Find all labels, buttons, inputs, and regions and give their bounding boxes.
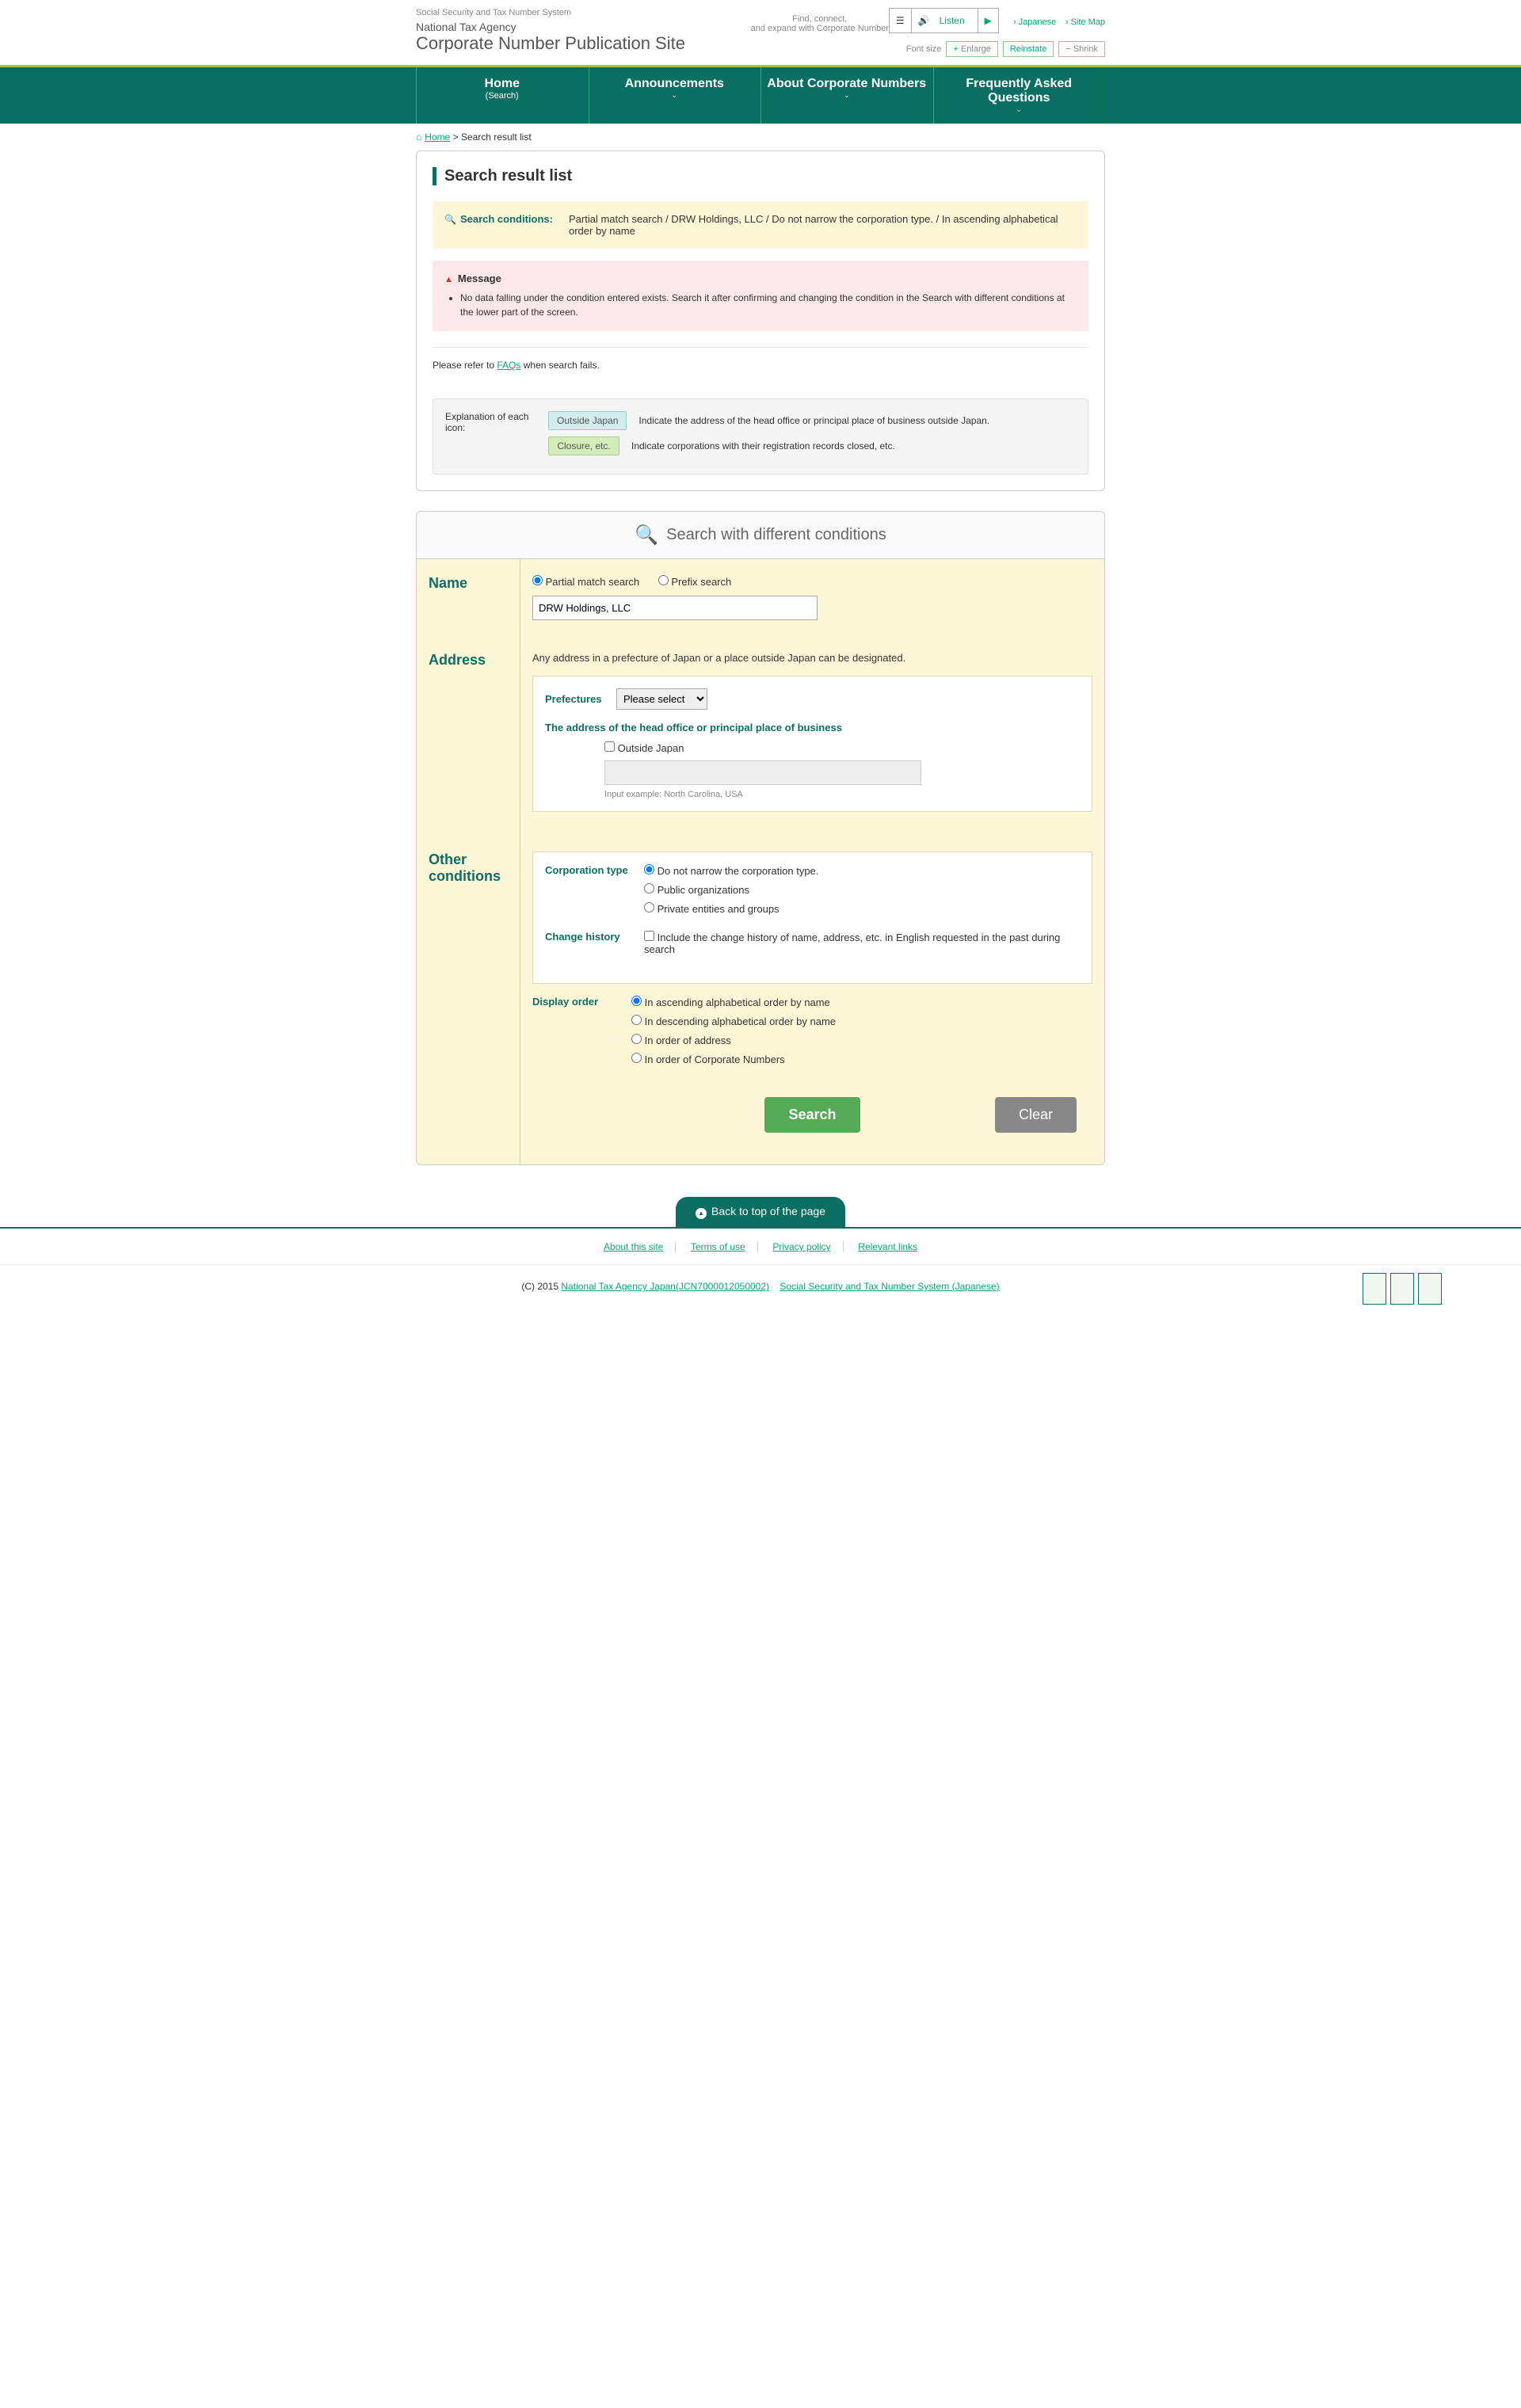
icon-explain-label: Explanation of each icon: bbox=[445, 411, 532, 462]
search-panel: 🔍 Search with different conditions Name … bbox=[416, 511, 1105, 1165]
breadcrumb: ⌂Home > Search result list bbox=[416, 124, 1105, 150]
search-button[interactable]: Search bbox=[764, 1097, 860, 1133]
enlarge-button[interactable]: + Enlarge bbox=[946, 41, 997, 57]
address-hint: Input example: North Carolina, USA bbox=[604, 790, 1080, 799]
corp-type-opt-2[interactable]: Private entities and groups bbox=[644, 902, 1080, 915]
clear-button[interactable]: Clear bbox=[995, 1097, 1077, 1133]
search-header: 🔍 Search with different conditions bbox=[417, 512, 1104, 559]
slogan-line2: and expand with Corporate Number bbox=[751, 24, 889, 33]
menu-icon[interactable]: ☰ bbox=[890, 9, 912, 32]
display-opt-1[interactable]: In descending alphabetical order by name bbox=[631, 1015, 1092, 1027]
address-subhead: The address of the head office or princi… bbox=[545, 722, 1080, 733]
listen-widget[interactable]: ☰ 🔊 Listen ▶ bbox=[889, 8, 999, 33]
corp-type-opt-1[interactable]: Public organizations bbox=[644, 883, 1080, 896]
search-conditions-box: Search conditions: Partial match search … bbox=[433, 201, 1088, 249]
faqs-link[interactable]: FAQs bbox=[497, 360, 520, 371]
copyright-ssn-link[interactable]: Social Security and Tax Number System (J… bbox=[780, 1281, 999, 1292]
main-nav: Home (Search) Announcements ⌄ About Corp… bbox=[0, 65, 1521, 124]
cert-badge-1 bbox=[1363, 1273, 1386, 1305]
prefectures-select[interactable]: Please select bbox=[616, 688, 707, 710]
closure-desc: Indicate corporations with their registr… bbox=[631, 440, 895, 452]
name-section-label: Name bbox=[417, 559, 520, 636]
change-history-checkbox[interactable]: Include the change history of name, addr… bbox=[644, 931, 1080, 955]
results-title: Search result list bbox=[433, 167, 1088, 185]
cert-badge-2 bbox=[1390, 1273, 1414, 1305]
name-input[interactable] bbox=[532, 596, 818, 620]
agency-name: National Tax Agency bbox=[416, 21, 751, 33]
back-to-top-link[interactable]: Back to top of the page bbox=[676, 1197, 845, 1227]
tagline: Social Security and Tax Number System bbox=[416, 8, 751, 17]
foreign-address-input bbox=[604, 760, 921, 785]
other-conditions-label: Other conditions bbox=[417, 836, 520, 1164]
conditions-text: Partial match search / DRW Holdings, LLC… bbox=[569, 213, 1077, 237]
footer-terms[interactable]: Terms of use bbox=[679, 1241, 758, 1252]
corp-type-label: Corporation type bbox=[545, 864, 632, 921]
breadcrumb-home[interactable]: Home bbox=[425, 131, 450, 143]
partial-match-radio[interactable]: Partial match search bbox=[532, 576, 639, 588]
outside-japan-desc: Indicate the address of the head office … bbox=[639, 415, 989, 426]
footer-privacy[interactable]: Privacy policy bbox=[760, 1241, 843, 1252]
listen-button[interactable]: 🔊 Listen bbox=[912, 9, 978, 32]
nav-faq[interactable]: Frequently Asked Questions ⌄ bbox=[933, 67, 1106, 124]
reinstate-button[interactable]: Reinstate bbox=[1003, 41, 1054, 57]
japanese-link[interactable]: Japanese bbox=[1013, 17, 1056, 27]
change-history-label: Change history bbox=[545, 931, 632, 962]
address-note: Any address in a prefecture of Japan or … bbox=[532, 652, 1092, 664]
magnifier-icon: 🔍 bbox=[635, 524, 658, 547]
message-text: No data falling under the condition ente… bbox=[460, 291, 1077, 319]
conditions-label: Search conditions: bbox=[444, 213, 553, 237]
slogan-line1: Find, connect, bbox=[751, 14, 889, 24]
copyright: (C) 2015 National Tax Agency Japan(JCN70… bbox=[0, 1265, 1521, 1308]
shrink-button[interactable]: − Shrink bbox=[1058, 41, 1105, 57]
font-size-label: Font size bbox=[906, 44, 942, 54]
copyright-nta-link[interactable]: National Tax Agency Japan(JCN70000120500… bbox=[561, 1281, 769, 1292]
footer-about[interactable]: About this site bbox=[592, 1241, 676, 1252]
sitemap-link[interactable]: Site Map bbox=[1065, 17, 1105, 27]
display-opt-3[interactable]: In order of Corporate Numbers bbox=[631, 1053, 1092, 1065]
play-icon[interactable]: ▶ bbox=[978, 9, 998, 32]
outside-japan-badge: Outside Japan bbox=[548, 411, 627, 430]
cert-badge-3 bbox=[1418, 1273, 1442, 1305]
message-title: Message bbox=[444, 272, 1077, 284]
faq-note: Please refer to FAQs when search fails. bbox=[433, 347, 1088, 383]
footer-relevant[interactable]: Relevant links bbox=[846, 1241, 929, 1252]
footer-links: About this site Terms of use Privacy pol… bbox=[0, 1229, 1521, 1265]
prefectures-label: Prefectures bbox=[545, 693, 604, 705]
results-panel: Search result list Search conditions: Pa… bbox=[416, 150, 1105, 491]
nav-announcements[interactable]: Announcements ⌄ bbox=[589, 67, 761, 124]
address-section-label: Address bbox=[417, 636, 520, 836]
nav-home[interactable]: Home (Search) bbox=[416, 67, 589, 124]
nav-about[interactable]: About Corporate Numbers ⌄ bbox=[760, 67, 933, 124]
cert-badges bbox=[1363, 1273, 1442, 1305]
message-box: Message No data falling under the condit… bbox=[433, 261, 1088, 331]
display-opt-2[interactable]: In order of address bbox=[631, 1034, 1092, 1046]
header: Social Security and Tax Number System Na… bbox=[416, 0, 1105, 65]
display-opt-0[interactable]: In ascending alphabetical order by name bbox=[631, 996, 1092, 1008]
outside-japan-checkbox[interactable]: Outside Japan bbox=[604, 742, 684, 754]
corp-type-opt-0[interactable]: Do not narrow the corporation type. bbox=[644, 864, 1080, 877]
display-order-label: Display order bbox=[532, 996, 619, 1072]
breadcrumb-current: Search result list bbox=[461, 131, 532, 143]
prefix-search-radio[interactable]: Prefix search bbox=[658, 576, 732, 588]
closure-badge: Closure, etc. bbox=[548, 436, 619, 455]
home-icon: ⌂ bbox=[416, 131, 421, 143]
site-title: Corporate Number Publication Site bbox=[416, 33, 751, 54]
icon-explanation: Explanation of each icon: Outside Japan … bbox=[433, 398, 1088, 474]
